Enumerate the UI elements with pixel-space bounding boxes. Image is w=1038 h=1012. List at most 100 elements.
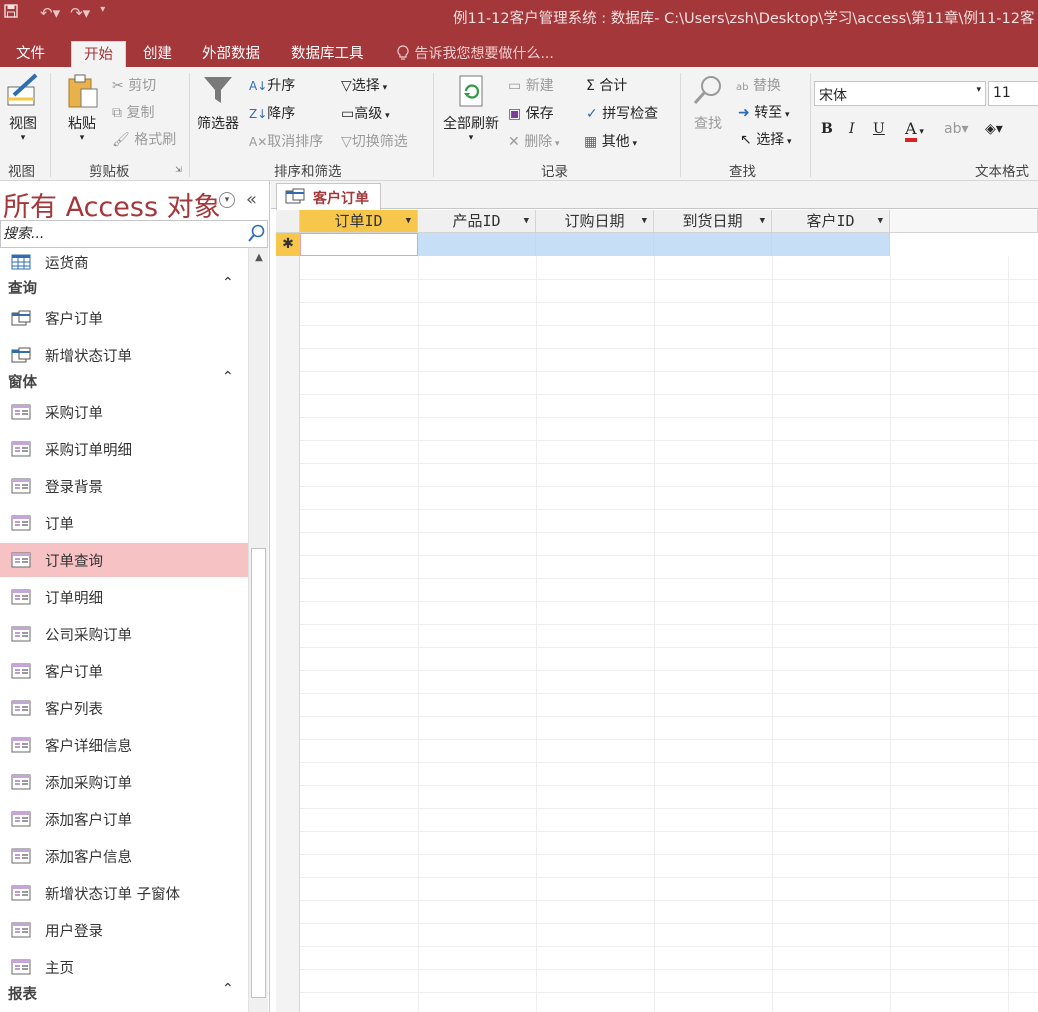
grid-line <box>536 256 537 1012</box>
group-label-sort-filter: 排序和筛选 <box>274 164 342 180</box>
nav-pane-title[interactable]: 所有 Access 对象 <box>3 185 221 224</box>
cut-button[interactable]: ✂ 剪切 <box>112 75 156 95</box>
bold-button[interactable]: B <box>821 121 833 137</box>
replace-button[interactable]: ab 替换 <box>736 75 781 95</box>
font-color-button[interactable]: A ▾ <box>905 119 924 142</box>
font-name-select[interactable]: 宋体 ▾ <box>814 81 986 106</box>
nav-item[interactable]: 订单 <box>0 506 248 540</box>
nav-item[interactable]: 采购订单 <box>0 395 248 429</box>
nav-item[interactable]: 添加采购订单 <box>0 765 248 799</box>
italic-button[interactable]: I <box>849 121 855 137</box>
column-header[interactable]: 产品ID ▼ <box>418 210 536 233</box>
chevron-down-icon[interactable]: ▼ <box>406 210 411 233</box>
select-button[interactable]: ↖ 选择 ▾ <box>740 129 792 149</box>
save-record-button[interactable]: ▣ 保存 <box>508 103 554 123</box>
more-button[interactable]: ▦ 其他 ▾ <box>584 131 637 151</box>
nav-section-header[interactable]: 窗体 ⌃ <box>0 369 248 395</box>
nav-search-input[interactable] <box>3 224 241 244</box>
nav-scrollbar[interactable]: ▲ <box>248 248 268 1012</box>
column-header[interactable]: 订购日期 ▼ <box>536 210 654 233</box>
chevron-up-icon[interactable]: ⌃ <box>222 275 234 291</box>
tab-external-data[interactable]: 外部数据 <box>190 41 272 67</box>
chevron-down-icon[interactable]: ▼ <box>642 210 647 233</box>
tell-me-box[interactable]: 告诉我您想要做什么... <box>396 41 554 67</box>
refresh-all-button[interactable]: 全部刷新 ▾ <box>440 73 502 143</box>
chevron-up-icon[interactable]: ⌃ <box>222 981 234 997</box>
clear-sort-button[interactable]: A✕取消排序 <box>249 131 323 151</box>
new-record-marker[interactable]: ✱ <box>276 233 300 256</box>
tab-home[interactable]: 开始 <box>71 41 126 67</box>
column-header-label: 客户ID <box>806 212 855 230</box>
form-icon <box>11 404 31 424</box>
grid-line <box>300 509 1038 510</box>
fill-color-icon[interactable]: ◈▾ <box>985 121 1003 137</box>
delete-record-button[interactable]: ✕ 删除 ▾ <box>508 131 560 151</box>
nav-item[interactable]: 客户列表 <box>0 691 248 725</box>
nav-item[interactable]: 订单明细 <box>0 580 248 614</box>
nav-item[interactable]: 添加客户订单 <box>0 802 248 836</box>
selection-filter-button[interactable]: ▽选择 ▾ <box>341 75 387 95</box>
collapse-nav-icon[interactable]: « <box>246 189 257 210</box>
nav-item[interactable]: 新增状态订单 子窗体 <box>0 876 248 910</box>
replace-icon: ab <box>736 82 749 93</box>
scrollbar-thumb[interactable] <box>251 548 266 998</box>
new-record-cell[interactable] <box>772 233 890 256</box>
chevron-down-icon[interactable]: ▼ <box>760 210 765 233</box>
view-button[interactable]: 视图 ▾ <box>4 73 42 143</box>
nav-item[interactable]: 客户详细信息 <box>0 728 248 762</box>
new-record-cell[interactable] <box>300 233 418 256</box>
nav-item[interactable]: 新增状态订单 <box>0 338 248 372</box>
nav-item[interactable]: 公司采购订单 <box>0 617 248 651</box>
new-record-cell[interactable] <box>418 233 536 256</box>
nav-menu-icon[interactable]: ▾ <box>219 192 235 208</box>
grid-line <box>300 992 1038 993</box>
chevron-up-icon[interactable]: ⌃ <box>222 369 234 385</box>
chevron-down-icon[interactable]: ▼ <box>878 210 883 233</box>
nav-item[interactable]: 采购订单明细 <box>0 432 248 466</box>
save-icon[interactable] <box>4 4 18 22</box>
select-all-corner[interactable] <box>276 210 300 233</box>
highlight-icon[interactable]: ab▾ <box>944 121 969 137</box>
new-record-button[interactable]: ▭ 新建 <box>508 75 554 95</box>
nav-item[interactable]: 主页 <box>0 950 248 984</box>
paste-button[interactable]: 粘贴 ▾ <box>62 73 102 143</box>
grid-line <box>300 877 1038 878</box>
redo-icon[interactable]: ↷▾ <box>70 4 90 22</box>
spelling-button[interactable]: ✓ 拼写检查 <box>586 103 658 123</box>
nav-item[interactable]: 客户订单 <box>0 654 248 688</box>
find-button[interactable]: 查找 <box>688 73 728 133</box>
nav-item[interactable]: 用户登录 <box>0 913 248 947</box>
tab-create[interactable]: 创建 <box>131 41 184 67</box>
column-header[interactable]: 到货日期 ▼ <box>654 210 772 233</box>
undo-icon[interactable]: ↶▾ <box>40 4 60 22</box>
goto-button[interactable]: ➜ 转至 ▾ <box>738 102 790 122</box>
tab-database-tools[interactable]: 数据库工具 <box>279 41 376 67</box>
dialog-launcher-icon[interactable]: ⇲ <box>175 165 182 174</box>
chevron-down-icon[interactable]: ▼ <box>524 210 529 233</box>
totals-button[interactable]: Σ 合计 <box>586 75 627 95</box>
copy-button[interactable]: ⧉ 复制 <box>112 102 154 122</box>
column-header[interactable]: 客户ID ▼ <box>772 210 890 233</box>
nav-item[interactable]: 客户订单 <box>0 301 248 335</box>
customize-qat-icon[interactable]: ▾ <box>100 4 105 22</box>
filter-button[interactable]: 筛选器 <box>194 73 242 133</box>
nav-item[interactable]: 订单查询 <box>0 543 248 577</box>
search-icon[interactable] <box>247 224 265 248</box>
column-header[interactable]: 订单ID ▼ <box>300 210 418 233</box>
sort-descending-button[interactable]: Z↓降序 <box>249 103 295 123</box>
underline-button[interactable]: U <box>873 121 885 137</box>
new-record-cell[interactable] <box>654 233 772 256</box>
nav-section-header[interactable]: 查询 ⌃ <box>0 275 248 301</box>
nav-item[interactable]: 登录背景 <box>0 469 248 503</box>
new-record-cell[interactable] <box>536 233 654 256</box>
sort-ascending-button[interactable]: A↓升序 <box>249 75 295 95</box>
toggle-filter-button[interactable]: ▽切换筛选 <box>341 131 408 151</box>
format-painter-button[interactable]: 🖌 格式刷 <box>112 129 176 149</box>
font-size-select[interactable]: 11 <box>988 81 1038 106</box>
advanced-filter-button[interactable]: ▭高级 ▾ <box>341 103 390 123</box>
document-tab-customer-orders[interactable]: 客户订单 <box>276 183 381 210</box>
tab-file[interactable]: 文件 <box>4 41 57 67</box>
scroll-up-icon[interactable]: ▲ <box>251 252 267 268</box>
nav-section-header[interactable]: 报表 ⌃ <box>0 981 248 1007</box>
nav-item[interactable]: 添加客户信息 <box>0 839 248 873</box>
